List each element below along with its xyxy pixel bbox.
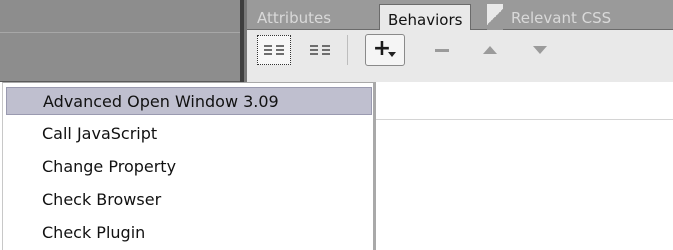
triangle-up-icon (483, 46, 497, 54)
tab-relevant-css[interactable]: Relevant CSS (505, 6, 617, 30)
menu-item-advanced-open-window[interactable]: Advanced Open Window 3.09 (6, 87, 372, 115)
move-up-button[interactable] (473, 35, 507, 65)
menu-item-change-property[interactable]: Change Property (6, 153, 372, 181)
tab-corner (487, 4, 503, 30)
left-panel (0, 0, 240, 82)
triangle-down-icon (533, 46, 547, 54)
add-behavior-button[interactable]: + (365, 34, 405, 66)
menu-item-check-browser[interactable]: Check Browser (6, 186, 372, 214)
remove-behavior-button[interactable] (425, 35, 459, 65)
tab-bar: Attributes Behaviors Relevant CSS (247, 0, 673, 31)
panel-divider (0, 32, 240, 33)
show-set-events-button[interactable] (257, 35, 291, 65)
tab-attributes[interactable]: Attributes (251, 6, 337, 30)
move-down-button[interactable] (523, 35, 557, 65)
add-behavior-menu: Advanced Open Window 3.09 Call JavaScrip… (2, 82, 376, 250)
tab-behaviors[interactable]: Behaviors (379, 4, 472, 31)
dropdown-caret-icon (388, 52, 396, 57)
list-icon (264, 45, 284, 55)
menu-item-call-javascript[interactable]: Call JavaScript (6, 120, 372, 148)
menu-item-check-plugin[interactable]: Check Plugin (6, 219, 372, 247)
behaviors-toolbar: + (247, 30, 673, 82)
minus-icon (435, 48, 449, 52)
show-all-events-button[interactable] (303, 35, 337, 65)
list-icon (310, 45, 330, 55)
toolbar-divider (347, 35, 348, 65)
